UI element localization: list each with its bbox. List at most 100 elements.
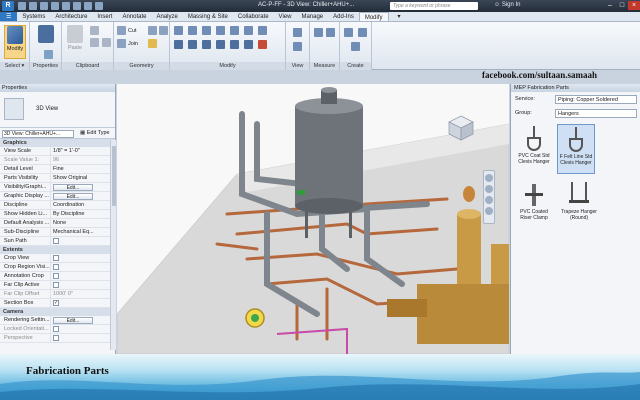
minimize-icon[interactable]: – <box>604 1 616 10</box>
cut-icon[interactable] <box>90 26 99 35</box>
pan-icon[interactable] <box>485 196 493 204</box>
crop-view-checkbox[interactable] <box>53 255 59 261</box>
redo-icon[interactable] <box>51 2 59 10</box>
type-selector[interactable]: 3D View <box>0 92 115 128</box>
orbit-icon[interactable] <box>485 207 493 215</box>
search-input[interactable]: Type a keyword or phrase <box>390 2 478 10</box>
match-properties-icon[interactable] <box>102 38 111 47</box>
scale-icon[interactable] <box>230 40 239 49</box>
split-face-icon[interactable] <box>148 26 157 35</box>
tab-modify[interactable]: Modify <box>358 12 389 21</box>
save-icon[interactable] <box>29 2 37 10</box>
tab-architecture[interactable]: Architecture <box>50 12 92 21</box>
cope-icon[interactable] <box>117 26 126 35</box>
sign-in-button[interactable]: ☺ Sign In <box>494 2 521 8</box>
property-value[interactable]: 1/8" = 1'-0" <box>51 147 115 155</box>
tab-annotate[interactable]: Annotate <box>117 12 151 21</box>
property-row[interactable]: Detail Level Fine <box>0 165 115 174</box>
property-row[interactable]: Sub-Discipline Mechanical Eq... <box>0 228 115 237</box>
delete-icon[interactable] <box>258 40 267 49</box>
category-graphics[interactable]: Graphics <box>0 139 115 147</box>
sun-path-checkbox[interactable] <box>53 238 59 244</box>
property-row[interactable]: Discipline Coordination <box>0 201 115 210</box>
steering-wheel-icon[interactable] <box>485 174 493 182</box>
view-selector-dropdown[interactable]: 3D View: Chiller+AHU+... <box>2 130 74 138</box>
mirror-draw-icon[interactable] <box>216 26 225 35</box>
paste-button[interactable]: Paste <box>64 25 86 59</box>
edit-type-button[interactable]: ▦ Edit Type <box>80 130 110 136</box>
property-value[interactable]: Show Original <box>51 174 115 182</box>
copy-icon[interactable] <box>90 38 99 47</box>
create-similar-icon[interactable] <box>351 42 360 51</box>
split-icon[interactable] <box>230 26 239 35</box>
group-dropdown[interactable]: Hangers <box>555 109 637 118</box>
tab-insert[interactable]: Insert <box>92 12 117 21</box>
property-row[interactable]: Parts Visibility Show Original <box>0 174 115 183</box>
open-icon[interactable] <box>18 2 26 10</box>
measure-icon[interactable] <box>73 2 81 10</box>
tab-collaborate[interactable]: Collaborate <box>233 12 274 21</box>
property-value[interactable]: Mechanical Eq... <box>51 228 115 236</box>
split-gap-icon[interactable] <box>244 26 253 35</box>
tab-analyze[interactable]: Analyze <box>151 12 182 21</box>
tab-massing-site[interactable]: Massing & Site <box>183 12 233 21</box>
trim-icon[interactable] <box>216 40 225 49</box>
property-row[interactable]: View Scale 1/8" = 1'-0" <box>0 147 115 156</box>
property-row[interactable]: Show Hidden Li... By Discipline <box>0 210 115 219</box>
close-icon[interactable]: × <box>628 1 640 10</box>
part-item[interactable]: PVC Coat Std Clevis Hanger <box>515 124 553 174</box>
paint-icon[interactable] <box>148 39 157 48</box>
rotate-icon[interactable] <box>202 40 211 49</box>
pin-icon[interactable] <box>244 40 253 49</box>
category-extents[interactable]: Extents <box>0 246 115 254</box>
cut-label[interactable]: Cut <box>128 28 137 34</box>
wall-joins-icon[interactable] <box>117 39 126 48</box>
part-item-selected[interactable]: F Felt Line Std Clevis Hanger <box>557 124 595 174</box>
service-dropdown[interactable]: Piping: Copper Soldered <box>555 95 637 104</box>
tab-view[interactable]: View <box>274 12 297 21</box>
offset-icon[interactable] <box>188 26 197 35</box>
tab-manage[interactable]: Manage <box>296 12 328 21</box>
property-value[interactable]: None <box>51 219 115 227</box>
ribbon-options-icon[interactable]: ▾ <box>393 12 406 21</box>
join-label[interactable]: Join <box>128 41 138 47</box>
demolish-icon[interactable] <box>159 26 168 35</box>
crop-region-checkbox[interactable] <box>53 264 59 270</box>
part-item[interactable]: PVC Coated Riser Clamp <box>515 180 553 230</box>
far-clip-active-checkbox[interactable] <box>53 282 59 288</box>
application-menu-button[interactable]: R <box>2 1 14 11</box>
property-row[interactable]: Default Analysis ... None <box>0 219 115 228</box>
create-group-icon[interactable] <box>358 28 367 37</box>
scrollbar-thumb[interactable] <box>112 146 116 206</box>
modify-button[interactable]: Modify <box>4 25 26 59</box>
move-icon[interactable] <box>174 40 183 49</box>
type-properties-icon[interactable] <box>44 50 53 59</box>
maximize-icon[interactable]: □ <box>616 1 628 10</box>
array-icon[interactable] <box>258 26 267 35</box>
text-icon[interactable] <box>84 2 92 10</box>
zoom-icon[interactable] <box>485 185 493 193</box>
section-box-checkbox[interactable]: ✓ <box>53 300 59 306</box>
select-group-label[interactable]: Select ▾ <box>0 62 29 70</box>
create-parts-icon[interactable] <box>344 28 353 37</box>
override-graphics-icon[interactable] <box>293 42 302 51</box>
visibility-graphics-edit-button[interactable]: Edit... <box>53 184 93 191</box>
annotation-crop-checkbox[interactable] <box>53 273 59 279</box>
property-value[interactable]: By Discipline <box>51 210 115 218</box>
print-icon[interactable] <box>62 2 70 10</box>
properties-scrollbar[interactable] <box>110 140 116 350</box>
navigation-bar[interactable] <box>483 170 495 224</box>
3d-view-icon[interactable] <box>95 2 103 10</box>
hide-icon[interactable] <box>293 28 302 37</box>
property-value[interactable]: Coordination <box>51 201 115 209</box>
tab-add-ins[interactable]: Add-Ins <box>328 12 359 21</box>
dimension-icon[interactable] <box>326 28 335 37</box>
category-camera[interactable]: Camera <box>0 308 115 316</box>
rendering-settings-edit-button[interactable]: Edit... <box>53 317 93 324</box>
mirror-axis-icon[interactable] <box>202 26 211 35</box>
view-cube-icon[interactable] <box>447 114 475 142</box>
file-menu-icon[interactable]: ☰ <box>0 12 18 21</box>
copy-element-icon[interactable] <box>188 40 197 49</box>
property-value[interactable]: Fine <box>51 165 115 173</box>
3d-viewport[interactable] <box>117 84 509 354</box>
